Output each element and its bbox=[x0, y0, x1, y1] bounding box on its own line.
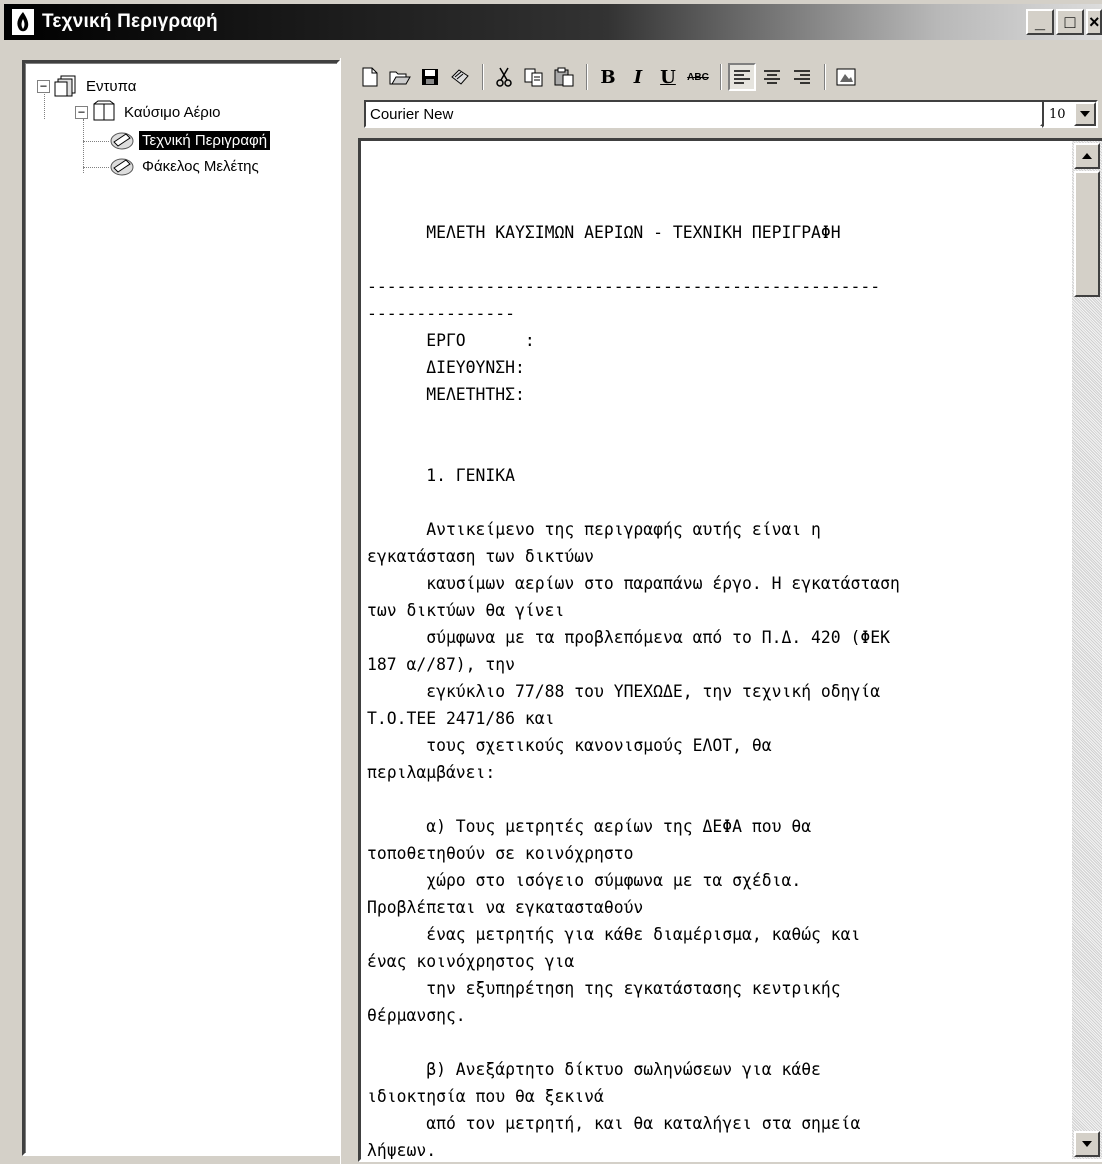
print-icon[interactable] bbox=[446, 63, 474, 91]
document-line: εγκατάσταση των δικτύων bbox=[367, 547, 594, 566]
tree-item-label: Φάκελος Μελέτης bbox=[142, 157, 259, 175]
folder-stack-icon bbox=[54, 75, 76, 97]
document-line: τους σχετικούς κανονισμούς ΕΛΟΤ, θα bbox=[367, 736, 772, 755]
align-center-icon[interactable] bbox=[758, 63, 786, 91]
copy-icon[interactable] bbox=[520, 63, 548, 91]
document-line: ΕΡΓΟ : bbox=[367, 331, 535, 350]
font-family-select[interactable]: Courier New bbox=[364, 100, 1064, 128]
document-line: περιλαμβάνει: bbox=[367, 763, 496, 782]
tree-item-forms[interactable]: − Εντυπα bbox=[37, 73, 139, 99]
panel-splitter[interactable] bbox=[340, 58, 348, 1164]
italic-button[interactable]: I bbox=[624, 63, 652, 91]
bold-button[interactable]: B bbox=[594, 63, 622, 91]
document-line: Τ.Ο.ΤΕΕ 2471/86 και bbox=[367, 709, 555, 728]
document-line bbox=[367, 786, 1067, 813]
document-text[interactable]: ΜΕΛΕΤΗ ΚΑΥΣΙΜΩΝ ΑΕΡΙΩΝ - ΤΕΧΝΙΚΗ ΠΕΡΙΓΡΑ… bbox=[367, 219, 1067, 1160]
paste-icon[interactable] bbox=[550, 63, 578, 91]
toolbar-separator bbox=[720, 64, 722, 90]
document-line: 187 α//87), την bbox=[367, 655, 516, 674]
tree-item-label: Καύσιμο Αέριο bbox=[124, 103, 221, 121]
toolbar-separator bbox=[482, 64, 484, 90]
document-line: ΜΕΛΕΤΗΤΗΣ: bbox=[367, 385, 525, 404]
insert-image-icon[interactable] bbox=[832, 63, 860, 91]
scroll-thumb[interactable] bbox=[1074, 171, 1100, 297]
underline-button[interactable]: U bbox=[654, 63, 682, 91]
maximize-button[interactable]: □ bbox=[1056, 9, 1084, 35]
document-line: τοποθετηθούν σε κοινόχρηστο bbox=[367, 844, 634, 863]
document-line: ----------------------------------------… bbox=[367, 277, 881, 296]
flame-icon bbox=[12, 9, 34, 35]
font-size-select[interactable]: 10 bbox=[1042, 100, 1098, 128]
document-line: ένας μετρητής για κάθε διαμέρισμα, καθώς… bbox=[367, 925, 861, 944]
document-line: από τον μετρητή, και θα καταλήγει στα ση… bbox=[367, 1114, 861, 1133]
align-right-icon[interactable] bbox=[788, 63, 816, 91]
document-line: σύμφωνα με τα προβλεπόμενα από το Π.Δ. 4… bbox=[367, 628, 891, 647]
document-line: ΜΕΛΕΤΗ ΚΑΥΣΙΜΩΝ ΑΕΡΙΩΝ - ΤΕΧΝΙΚΗ ΠΕΡΙΓΡΑ… bbox=[367, 223, 841, 242]
document-line: β) Ανεξάρτητο δίκτυο σωληνώσεων για κάθε bbox=[367, 1060, 821, 1079]
forms-tree-panel[interactable]: − Εντυπα − Καύσιμο Αέριο Τεχνική Περιγρα… bbox=[22, 60, 340, 1156]
tree-item-fuel-gas[interactable]: − Καύσιμο Αέριο bbox=[75, 99, 224, 125]
font-size-value: 10 bbox=[1049, 106, 1066, 122]
document-icon bbox=[110, 158, 134, 176]
book-icon bbox=[93, 100, 115, 121]
window-title: Τεχνική Περιγραφή bbox=[42, 11, 218, 32]
cut-icon[interactable] bbox=[490, 63, 518, 91]
vertical-scrollbar[interactable] bbox=[1072, 141, 1102, 1159]
collapse-icon[interactable]: − bbox=[75, 105, 88, 119]
editor-area: B I U ABC Courier New 10 ΜΕΛΕΤΗ ΚΑΥΣΙΜΩΝ… bbox=[348, 58, 1102, 1164]
document-line bbox=[367, 246, 1067, 273]
document-line: την εξυπηρέτηση της εγκατάστασης κεντρικ… bbox=[367, 979, 841, 998]
document-line: α) Τους μετρητές αερίων της ΔΕΦΑ που θα bbox=[367, 817, 812, 836]
document-editor[interactable]: ΜΕΛΕΤΗ ΚΑΥΣΙΜΩΝ ΑΕΡΙΩΝ - ΤΕΧΝΙΚΗ ΠΕΡΙΓΡΑ… bbox=[358, 138, 1102, 1162]
document-line: --------------- bbox=[367, 304, 516, 323]
align-left-icon[interactable] bbox=[728, 63, 756, 91]
close-button[interactable]: × bbox=[1086, 9, 1102, 35]
new-document-icon[interactable] bbox=[356, 63, 384, 91]
document-line bbox=[367, 1029, 1067, 1056]
document-line bbox=[367, 435, 1067, 462]
toolbar-separator bbox=[586, 64, 588, 90]
document-line: χώρο στο ισόγειο σύμφωνα με τα σχέδια. bbox=[367, 871, 802, 890]
save-disk-icon[interactable] bbox=[416, 63, 444, 91]
document-icon bbox=[110, 132, 134, 150]
document-line: ιδιοκτησία που θα ξεκινά bbox=[367, 1087, 604, 1106]
font-family-value: Courier New bbox=[370, 105, 454, 123]
document-line: ΔΙΕΥΘΥΝΣΗ: bbox=[367, 358, 525, 377]
scroll-up-button[interactable] bbox=[1074, 143, 1100, 169]
open-folder-icon[interactable] bbox=[386, 63, 414, 91]
minimize-button[interactable]: _ bbox=[1026, 9, 1054, 35]
scroll-down-button[interactable] bbox=[1074, 1131, 1100, 1157]
collapse-icon[interactable]: − bbox=[37, 79, 50, 93]
document-line: Προβλέπεται να εγκατασταθούν bbox=[367, 898, 644, 917]
document-line: εγκύκλιο 77/88 του ΥΠΕΧΩΔΕ, την τεχνική … bbox=[367, 682, 881, 701]
tree-item-label: Τεχνική Περιγραφή bbox=[139, 130, 271, 150]
toolbar-separator bbox=[824, 64, 826, 90]
document-line bbox=[367, 489, 1067, 516]
document-line: Αντικείμενο της περιγραφής αυτής είναι η bbox=[367, 520, 821, 539]
tree-item-study-folder[interactable]: Φάκελος Μελέτης bbox=[109, 153, 262, 179]
document-line: ένας κοινόχρηστος για bbox=[367, 952, 575, 971]
document-line: των δικτύων θα γίνει bbox=[367, 601, 565, 620]
tree-item-label: Εντυπα bbox=[86, 77, 137, 95]
document-line: λήψεων. bbox=[367, 1141, 437, 1160]
document-line: 1. ΓΕΝΙΚΑ bbox=[367, 466, 516, 485]
chevron-down-icon[interactable] bbox=[1074, 102, 1096, 126]
application-window: Τεχνική Περιγραφή _ □ × − Εντυπα − Καύσι… bbox=[0, 0, 1102, 1164]
strikethrough-button[interactable]: ABC bbox=[684, 63, 712, 91]
title-bar[interactable]: Τεχνική Περιγραφή _ □ × bbox=[4, 4, 1102, 40]
format-toolbar: B I U ABC bbox=[356, 62, 862, 92]
tree-item-technical-description[interactable]: Τεχνική Περιγραφή bbox=[109, 127, 271, 153]
document-line: θέρμανσης. bbox=[367, 1006, 466, 1025]
document-line bbox=[367, 408, 1067, 435]
document-line: καυσίμων αερίων στο παραπάνω έργο. Η εγκ… bbox=[367, 574, 900, 593]
